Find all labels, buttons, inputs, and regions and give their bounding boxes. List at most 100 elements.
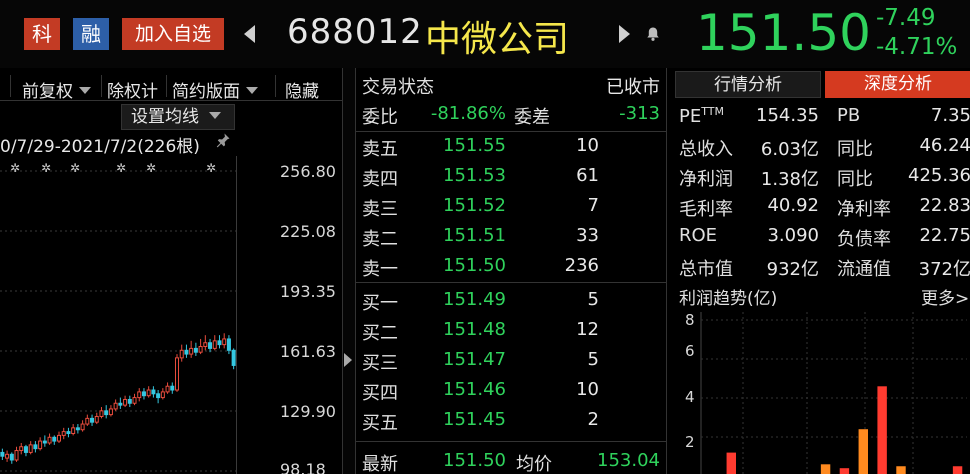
candle-body bbox=[170, 385, 175, 391]
ask-vol: 33 bbox=[576, 225, 599, 246]
chevron-down-icon bbox=[209, 112, 221, 119]
rights-dropdown[interactable]: 除权计 bbox=[107, 77, 158, 102]
event-marker-icon[interactable]: ✲ bbox=[10, 161, 20, 175]
profit-axis-label: 4 bbox=[685, 388, 695, 406]
trade-status-label: 交易状态 bbox=[362, 77, 434, 98]
candle-body bbox=[52, 436, 57, 442]
toolbar-divider bbox=[275, 75, 276, 97]
candle-body bbox=[38, 440, 43, 450]
candle-body bbox=[193, 347, 198, 353]
next-stock-icon[interactable] bbox=[619, 25, 630, 43]
hide-button[interactable]: 隐藏 bbox=[285, 77, 319, 102]
price-axis-label: 98.18 bbox=[280, 460, 326, 474]
average-price-value: 153.04 bbox=[597, 450, 660, 471]
candle-body bbox=[71, 427, 76, 435]
candle-body bbox=[217, 340, 222, 346]
profit-axis-label: 6 bbox=[685, 342, 695, 360]
ma-settings-button[interactable]: 设置均线 bbox=[121, 104, 235, 130]
pin-icon[interactable] bbox=[215, 132, 231, 148]
price-axis-label: 256.80 bbox=[280, 162, 336, 181]
trade-status-value: 已收市 bbox=[606, 77, 660, 98]
average-price-label: 均价 bbox=[516, 454, 552, 474]
candle-body bbox=[90, 417, 95, 423]
candle-body bbox=[66, 431, 71, 435]
candle-body bbox=[174, 357, 180, 391]
event-marker-icon[interactable]: ✲ bbox=[116, 161, 126, 175]
profit-trend-title: 利润趋势(亿) bbox=[679, 289, 778, 309]
candle-body bbox=[123, 398, 128, 406]
bid-vol: 5 bbox=[587, 349, 599, 370]
previous-stock-icon[interactable] bbox=[244, 25, 255, 43]
last-price: 151.50 bbox=[696, 4, 871, 62]
candle-body bbox=[113, 402, 118, 410]
candle-body bbox=[137, 391, 142, 399]
candle-body bbox=[94, 415, 99, 423]
bid-vol: 12 bbox=[576, 319, 599, 340]
profit-axis-label: 8 bbox=[685, 311, 695, 329]
price-axis-label: 161.63 bbox=[280, 342, 336, 361]
chevron-down-icon bbox=[246, 87, 258, 94]
chart-date-range: 0/7/29-2021/7/2(226根) bbox=[0, 137, 200, 157]
divider bbox=[356, 282, 666, 283]
toolbar-divider bbox=[10, 75, 11, 97]
panel-splitter[interactable] bbox=[342, 68, 356, 474]
candle-body bbox=[85, 417, 90, 425]
candle-body bbox=[132, 397, 137, 404]
profit-bar bbox=[858, 429, 868, 474]
candle-body bbox=[61, 431, 66, 436]
profit-axis-label: 2 bbox=[685, 433, 695, 451]
layout-dropdown[interactable]: 简约版面 bbox=[172, 77, 258, 102]
latest-price-value: 151.50 bbox=[443, 450, 506, 471]
event-marker-icon[interactable]: ✲ bbox=[146, 161, 156, 175]
chart-price-axis-border bbox=[236, 156, 237, 474]
star-market-tag: 科 bbox=[24, 18, 60, 50]
quote-header: 科 融 加入自选 688012 中微公司 151.50 -7.49 -4.71% bbox=[0, 0, 970, 68]
candle-body bbox=[28, 444, 33, 453]
candle-body bbox=[104, 410, 109, 416]
more-link[interactable]: 更多> bbox=[921, 284, 969, 309]
profit-bar bbox=[839, 468, 850, 474]
add-to-watchlist-button[interactable]: 加入自选 bbox=[122, 18, 224, 50]
candle-body bbox=[47, 436, 52, 444]
candle-body bbox=[231, 349, 236, 366]
price-change: -7.49 bbox=[876, 5, 936, 31]
candle-body bbox=[14, 450, 19, 461]
candle-body bbox=[23, 446, 28, 453]
stock-name: 中微公司 bbox=[425, 19, 570, 60]
profit-bar bbox=[726, 452, 736, 474]
bid-vol: 2 bbox=[587, 409, 599, 430]
adjust-dropdown[interactable]: 前复权 bbox=[22, 77, 91, 102]
candle-body bbox=[212, 340, 217, 349]
expand-arrow-icon[interactable] bbox=[344, 353, 352, 367]
candle-body bbox=[80, 423, 85, 431]
candle-body bbox=[56, 434, 62, 442]
candle-body bbox=[226, 338, 231, 351]
candle-body bbox=[19, 446, 24, 452]
candle-body bbox=[33, 444, 38, 450]
candle-body bbox=[222, 338, 227, 346]
price-axis-label: 193.35 bbox=[280, 282, 336, 301]
toolbar-divider bbox=[166, 75, 167, 97]
ask-vol: 7 bbox=[587, 195, 599, 216]
candle-body bbox=[165, 385, 170, 393]
bell-icon[interactable] bbox=[645, 26, 661, 42]
candle-body bbox=[99, 410, 104, 417]
profit-bar bbox=[896, 466, 906, 474]
candle-body bbox=[127, 398, 132, 404]
candle-body bbox=[141, 391, 146, 397]
ask-vol: 10 bbox=[576, 135, 599, 156]
rights-label: 除权计 bbox=[107, 82, 158, 102]
divider bbox=[356, 441, 666, 442]
candle-body bbox=[0, 451, 5, 457]
kline-chart-panel: ✲ ✲ ✲ ✲ ✲ ✲ 前复权 除权计 简约版面 隐藏 设置均线 0/7/29-2021/… bbox=[0, 68, 342, 474]
layout-label: 简约版面 bbox=[172, 82, 240, 102]
event-marker-icon[interactable]: ✲ bbox=[70, 161, 80, 175]
event-marker-icon[interactable]: ✲ bbox=[41, 161, 51, 175]
margin-tag: 融 bbox=[73, 18, 109, 50]
ask-vol: 236 bbox=[564, 255, 599, 276]
analysis-panel: 行情分析 深度分析 PETTM 154.35 PB 7.35 总收入 6.03亿 同比 46.… bbox=[666, 68, 970, 474]
chart-toolbar: 前复权 除权计 简约版面 隐藏 bbox=[0, 71, 342, 102]
ma-settings-label: 设置均线 bbox=[131, 107, 199, 127]
chevron-down-icon bbox=[79, 87, 91, 94]
event-marker-icon[interactable]: ✲ bbox=[206, 161, 216, 175]
